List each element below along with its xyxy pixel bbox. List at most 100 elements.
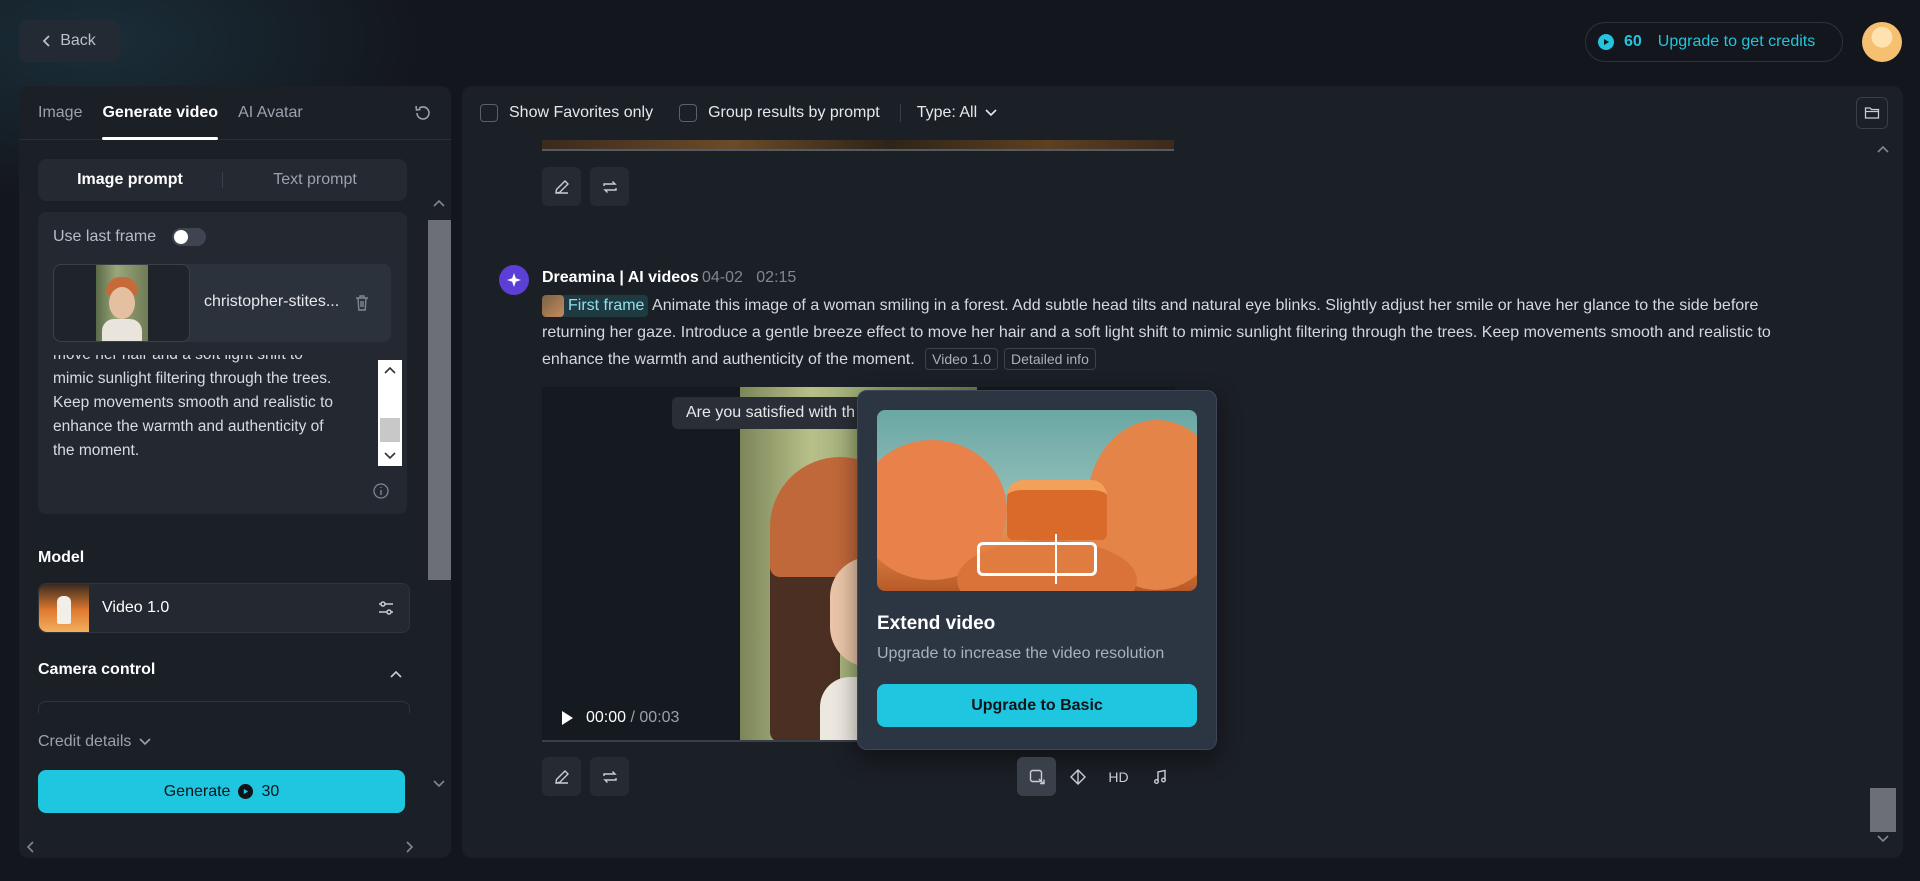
credit-coin-icon [1598, 34, 1614, 50]
extend-video-popover: Extend video Upgrade to increase the vid… [857, 390, 1217, 750]
scroll-left-icon[interactable] [25, 840, 35, 854]
model-tag[interactable]: Video 1.0 [925, 348, 999, 370]
edit-button[interactable] [542, 167, 581, 206]
first-frame-label: First frame [568, 297, 645, 315]
prompt-text-lines: move her hair and a soft light shift to … [53, 355, 363, 463]
tab-image[interactable]: Image [38, 86, 82, 140]
trash-icon[interactable] [353, 293, 371, 313]
model-name: Video 1.0 [102, 599, 170, 616]
info-icon[interactable] [372, 482, 390, 500]
model-thumbnail-figure [57, 596, 71, 624]
reset-icon[interactable] [413, 103, 433, 123]
tab-ai-avatar[interactable]: AI Avatar [238, 86, 303, 140]
dreamina-logo-icon [499, 265, 529, 295]
prompt-line: Keep movements smooth and realistic to [53, 394, 333, 411]
back-label: Back [60, 32, 96, 49]
results-panel: Show Favorites only Group results by pro… [462, 86, 1903, 858]
upgrade-to-basic-button[interactable]: Upgrade to Basic [877, 684, 1197, 727]
extend-video-button[interactable] [1017, 757, 1056, 796]
group-label: Group results by prompt [708, 104, 880, 121]
generate-button[interactable]: Generate 30 [38, 770, 405, 813]
scroll-up-icon[interactable] [1876, 144, 1890, 154]
main-scroll-thumb[interactable] [1870, 788, 1896, 832]
tab-generate-video[interactable]: Generate video [102, 86, 218, 140]
use-last-frame-switch[interactable] [172, 228, 207, 246]
popover-title: Extend video [877, 613, 996, 634]
left-panel: Image Generate video AI Avatar Image pro… [19, 86, 451, 858]
model-thumbnail [39, 584, 89, 632]
video-duration: 00:03 [639, 709, 680, 726]
player-controls: 00:00 / 00:03 [560, 709, 679, 727]
extend-video-preview [877, 410, 1197, 591]
play-icon[interactable] [560, 710, 574, 726]
user-avatar[interactable] [1862, 22, 1902, 62]
chevron-up-icon[interactable] [388, 667, 404, 683]
results-toolbar: Show Favorites only Group results by pro… [462, 86, 1903, 140]
prompt-line: mimic sunlight filtering through the tre… [53, 370, 332, 387]
regenerate-button[interactable] [590, 167, 629, 206]
music-note-icon [1153, 769, 1166, 784]
sliders-icon[interactable] [376, 598, 396, 618]
scroll-down-icon[interactable] [432, 779, 446, 789]
prompt-line: enhance the warmth and authenticity of [53, 418, 324, 435]
preview-train [1007, 480, 1107, 540]
scroll-up-arrow[interactable] [378, 360, 402, 380]
first-frame-thumbnail [542, 294, 564, 317]
camera-control-card [38, 701, 410, 713]
chevron-down-icon [985, 109, 997, 117]
scroll-up-icon[interactable] [432, 198, 446, 208]
post-prompt-text: Animate this image of a woman smiling in… [542, 297, 1771, 368]
left-scroll-area: Image prompt Text prompt Use last frame … [19, 140, 451, 858]
file-name: christopher-stites... [204, 293, 340, 310]
toolbar-divider [899, 104, 901, 122]
camera-control-title[interactable]: Camera control [38, 661, 155, 679]
credit-details-label: Credit details [38, 733, 132, 750]
uploaded-image-thumbnail[interactable] [53, 264, 190, 342]
favorites-checkbox[interactable] [480, 104, 498, 122]
music-button[interactable] [1140, 757, 1179, 796]
use-last-frame-label: Use last frame [53, 228, 157, 245]
image-prompt-tab[interactable]: Image prompt [38, 159, 222, 201]
preview-timeline-marker [1055, 534, 1057, 584]
prompt-scroll-thumb[interactable] [380, 418, 400, 442]
regenerate-button[interactable] [590, 757, 629, 796]
repeat-icon [602, 180, 617, 193]
mode-tabs: Image Generate video AI Avatar [19, 86, 451, 140]
previous-video-strip [542, 140, 1174, 151]
credits-pill[interactable]: 60 Upgrade to get credits [1585, 22, 1843, 62]
left-horizontal-scrollbar[interactable] [19, 838, 424, 858]
video-tools: HD [1017, 757, 1179, 796]
prompt-textarea[interactable]: move her hair and a soft light shift to … [53, 355, 363, 475]
scroll-down-arrow[interactable] [378, 446, 402, 466]
use-last-frame-row: Use last frame [53, 228, 207, 246]
portrait-photo [96, 265, 148, 341]
post-timestamp: 04-02 02:15 [702, 269, 796, 287]
upgrade-link[interactable]: Upgrade to get credits [1658, 33, 1815, 51]
preview-timeline-strip [977, 542, 1097, 576]
model-section-title: Model [38, 549, 85, 566]
scroll-down-icon[interactable] [1876, 834, 1890, 844]
text-prompt-tab[interactable]: Text prompt [223, 159, 407, 201]
left-vertical-scrollbar[interactable] [424, 194, 451, 858]
pencil-icon [554, 179, 569, 194]
detailed-info-tag[interactable]: Detailed info [1004, 348, 1096, 370]
first-frame-chip[interactable]: First frame [542, 294, 649, 317]
type-dropdown-label: Type: All [916, 104, 978, 121]
group-filter[interactable]: Group results by prompt [679, 104, 880, 122]
model-selector[interactable]: Video 1.0 [38, 583, 410, 633]
left-scroll-thumb[interactable] [428, 220, 451, 580]
lip-sync-button[interactable] [1058, 757, 1097, 796]
credit-count: 60 [1624, 33, 1642, 50]
prompt-scrollbar[interactable] [378, 360, 402, 466]
extend-icon [1029, 769, 1045, 784]
hd-button[interactable]: HD [1099, 757, 1138, 796]
group-checkbox[interactable] [679, 104, 698, 122]
type-dropdown[interactable]: Type: All [917, 104, 997, 122]
edit-button[interactable] [542, 757, 581, 796]
scroll-right-icon[interactable] [405, 840, 415, 854]
back-button[interactable]: Back [19, 20, 119, 62]
favorites-filter[interactable]: Show Favorites only [480, 104, 653, 122]
folder-button[interactable] [1856, 97, 1888, 129]
uploaded-file-row: christopher-stites... [53, 264, 391, 342]
credit-details-toggle[interactable]: Credit details [38, 733, 151, 751]
